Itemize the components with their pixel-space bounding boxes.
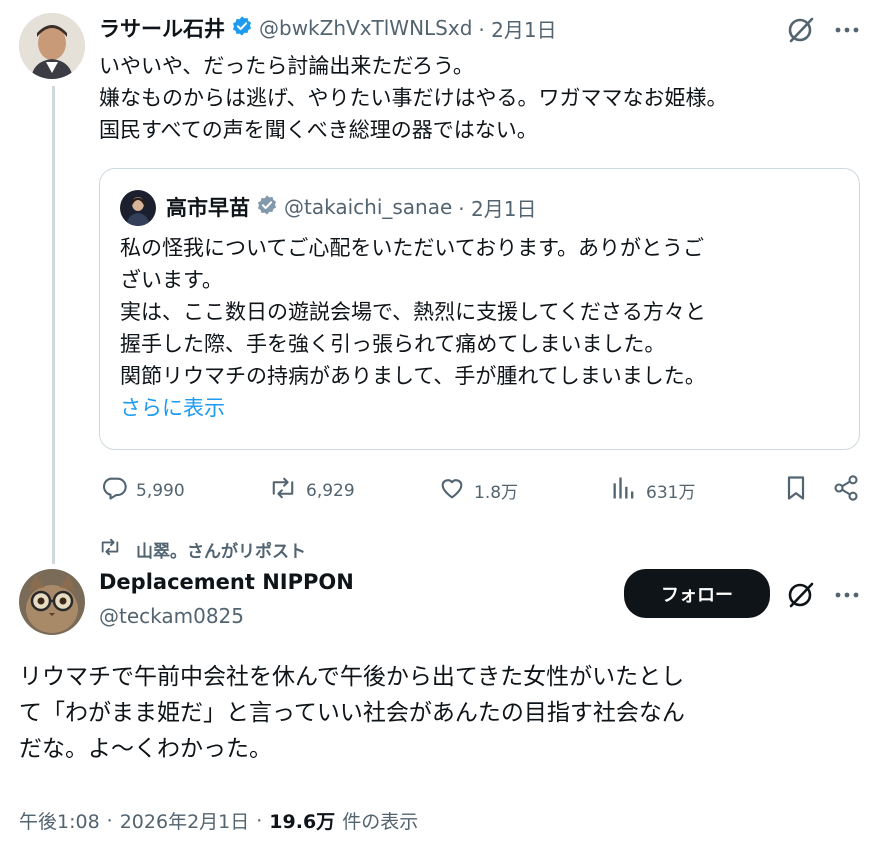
repost-context[interactable]: 山翠。さんがリポスト — [96, 536, 306, 562]
quoted-author-name[interactable]: 高市早苗 — [166, 192, 250, 222]
quoted-text-line: 関節リウマチの持病がありまして、手が腫れてしまいました。 — [120, 364, 706, 388]
views-label: 件の表示 — [342, 811, 419, 833]
quoted-author-avatar[interactable] — [120, 190, 156, 226]
views-total: 19.6万 — [269, 811, 336, 833]
verified-badge-icon — [231, 15, 253, 41]
reply-button[interactable]: 5,990 — [100, 474, 185, 507]
repost-context-label: 山翠。さんがリポスト — [136, 541, 306, 562]
like-button[interactable]: 1.8万 — [438, 474, 518, 507]
parent-author-handle[interactable]: @bwkZhVxTlWNLSxd — [259, 16, 472, 40]
verified-badge-gray-icon — [256, 194, 278, 220]
quoted-author-handle: @takaichi_sanae — [284, 195, 453, 219]
like-count: 1.8万 — [474, 483, 519, 503]
main-text-line: リウマチで午前中会社を休んで午後から出てきた女性がいたとし — [19, 664, 685, 690]
reply-icon — [100, 474, 128, 507]
quoted-text-line: ざいます。 — [120, 268, 223, 292]
grok-icon[interactable] — [785, 14, 817, 46]
views-count: 631万 — [646, 483, 696, 503]
grok-icon[interactable] — [785, 579, 817, 611]
more-options-icon[interactable] — [832, 18, 862, 42]
parent-text-line: いやいや、だったら討論出来ただろう。 — [99, 54, 474, 78]
meta-separator: · — [256, 809, 263, 832]
heart-icon — [438, 474, 466, 507]
repost-small-icon — [96, 536, 124, 562]
parent-text-line: 国民すべての声を聞くべき総理の器ではない。 — [99, 118, 538, 142]
quoted-post-date: · 2月1日 — [458, 196, 537, 221]
share-icon[interactable] — [832, 474, 860, 502]
main-text-line: て「わがまま姫だ」と言っていい社会があんたの目指す社会なん — [19, 700, 685, 726]
post-time[interactable]: 午後1:08 — [19, 807, 100, 834]
show-more-link[interactable]: さらに表示 — [120, 392, 706, 424]
meta-separator: · — [106, 809, 113, 832]
main-author-avatar[interactable] — [19, 569, 85, 635]
post-date[interactable]: 2026年2月1日 — [120, 807, 250, 834]
post-meta: 午後1:08 · 2026年2月1日 · 19.6万 件の表示 — [19, 807, 418, 834]
main-text-line: だな。よ〜くわかった。 — [19, 736, 272, 762]
repost-button[interactable]: 6,929 — [268, 474, 355, 507]
quoted-text-line: 私の怪我についてご心配をいただいております。ありがとうご — [120, 236, 705, 260]
reply-count: 5,990 — [136, 480, 185, 501]
quoted-post-text: 私の怪我についてご心配をいただいております。ありがとうご ざいます。 実は、ここ… — [120, 232, 706, 424]
quoted-text-line: 握手した際、手を強く引っ張られて痛めてしまいました。 — [120, 332, 666, 356]
parent-post-text: いやいや、だったら討論出来ただろう。 嫌なものからは逃げ、やりたい事だけはやる。… — [99, 50, 728, 146]
main-author-name[interactable]: Deplacement NIPPON — [99, 570, 354, 594]
main-author-handle[interactable]: @teckam0825 — [99, 604, 244, 628]
main-post-text: リウマチで午前中会社を休んで午後から出てきた女性がいたとし て「わがまま姫だ」と… — [19, 659, 685, 767]
views-chart-icon — [610, 474, 638, 507]
parent-text-line: 嫌なものからは逃げ、やりたい事だけはやる。ワガママなお姫様。 — [99, 86, 728, 110]
repost-icon — [268, 474, 298, 507]
views-button[interactable]: 631万 — [610, 474, 695, 507]
parent-post-date[interactable]: · 2月1日 — [478, 14, 556, 43]
bookmark-icon[interactable] — [782, 474, 810, 502]
more-options-icon[interactable] — [832, 583, 862, 607]
parent-author-avatar[interactable] — [19, 13, 85, 79]
follow-button[interactable]: フォロー — [624, 569, 770, 618]
repost-count: 6,929 — [306, 480, 355, 501]
quoted-text-line: 実は、ここ数日の遊説会場で、熱烈に支援してくださる方々と — [120, 300, 706, 324]
parent-author-name[interactable]: ラサール石井 — [99, 13, 225, 43]
thread-connector-line — [52, 86, 55, 564]
